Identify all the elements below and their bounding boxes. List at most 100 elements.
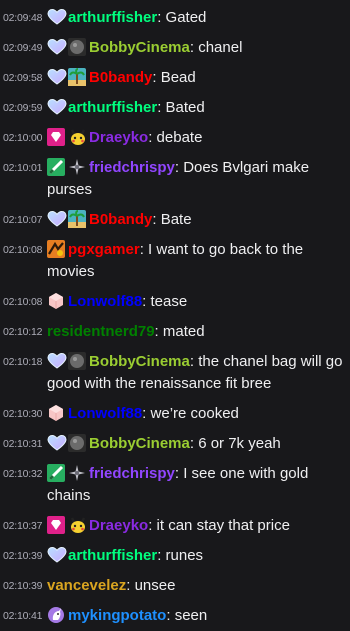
cube-icon[interactable] [47,404,65,422]
unicorn-icon[interactable] [47,606,65,624]
rock-icon[interactable] [68,352,86,370]
chat-message: 02:10:41 mykingpotato: seen [0,601,350,631]
message-text: seen [174,607,208,624]
chat-username[interactable]: friedchrispy [89,465,175,482]
chat-username[interactable]: Draeyko [89,517,148,534]
chat-username[interactable]: arthurffisher [68,547,157,564]
message-text: Bated [165,99,205,116]
chat-message: 02:10:18 BobbyCinema: the chanel bag will… [0,347,350,399]
chat-message: 02:09:49 BobbyCinema: chanel [0,33,350,63]
message-timestamp: 02:09:59 [3,102,43,114]
chat-username[interactable]: Lonwolf88 [68,405,142,422]
chat-username[interactable]: Lonwolf88 [68,293,142,310]
chat-username[interactable]: mykingpotato [68,607,166,624]
heart-icon[interactable] [47,210,67,228]
heart-icon[interactable] [47,38,67,56]
heart-icon[interactable] [47,434,67,452]
message-timestamp: 02:10:12 [3,326,43,338]
gem-icon[interactable] [47,516,65,534]
heart-icon[interactable] [47,68,67,86]
message-timestamp: 02:10:39 [3,550,43,562]
username-separator: : [157,9,166,26]
chat-message: 02:09:48 arthurffisher: Gated [0,3,350,33]
message-timestamp: 02:10:18 [3,356,43,368]
username-separator: : [152,69,161,86]
chat-username[interactable]: residentnerd79 [47,323,155,340]
chat-message: 02:10:08 pgxgamer: I want to go back to t… [0,235,350,287]
chat-username[interactable]: Draeyko [89,129,148,146]
chat-username[interactable]: arthurffisher [68,9,157,26]
message-timestamp: 02:10:30 [3,408,43,420]
username-separator: : [189,39,199,56]
chat-username[interactable]: B0bandy [89,69,152,86]
message-timestamp: 02:09:48 [3,12,43,24]
username-separator: : [148,517,157,534]
message-timestamp: 02:10:41 [3,610,43,622]
message-text: 6 or 7k yeah [198,435,281,452]
sparkle-icon[interactable] [68,158,86,176]
heart-icon[interactable] [47,546,67,564]
chat-username[interactable]: BobbyCinema [89,353,190,370]
message-text: chanel [198,39,243,56]
chat-message: 02:10:00 Draeyko: debate [0,123,350,153]
chat-message: 02:10:37 Draeyko: it can stay that price [0,511,350,541]
username-separator: : [157,99,166,116]
message-timestamp: 02:10:00 [3,132,43,144]
chat-message: 02:09:59 arthurffisher: Bated [0,93,350,123]
message-text: Gated [165,9,207,26]
username-separator: : [174,159,184,176]
message-timestamp: 02:09:58 [3,72,43,84]
chat-message-list: 02:09:48 arthurffisher: Gated 02:09:49 Bobb… [0,0,350,631]
username-separator: : [148,129,157,146]
pikachu-icon[interactable] [68,128,86,146]
message-text: unsee [134,577,176,594]
chat-message: 02:10:39 arthurffisher: runes [0,541,350,571]
gem-icon[interactable] [47,128,65,146]
chat-username[interactable]: BobbyCinema [89,435,190,452]
chat-username[interactable]: BobbyCinema [89,39,190,56]
chat-username[interactable]: arthurffisher [68,99,157,116]
message-timestamp: 02:10:07 [3,214,43,226]
rock-icon[interactable] [68,38,86,56]
username-separator: : [139,241,149,258]
leaf-icon[interactable] [47,158,65,176]
chat-message: 02:10:39 vancevelez: unsee [0,571,350,601]
message-timestamp: 02:09:49 [3,42,43,54]
chat-message: 02:10:30 Lonwolf88: we’re cooked [0,399,350,429]
heart-icon[interactable] [47,352,67,370]
message-timestamp: 02:10:32 [3,468,43,480]
gamer-icon[interactable] [47,240,65,258]
chat-message: 02:10:07 B0bandy: Bate [0,205,350,235]
message-timestamp: 02:10:39 [3,580,43,592]
cube-icon[interactable] [47,292,65,310]
username-separator: : [189,353,199,370]
chat-message: 02:10:01 friedchrispy: Does Bvlgari make … [0,153,350,205]
username-separator: : [142,293,151,310]
chat-username[interactable]: B0bandy [89,211,152,228]
chat-username[interactable]: vancevelez [47,577,126,594]
rock-icon[interactable] [68,434,86,452]
heart-icon[interactable] [47,98,67,116]
sparkle-icon[interactable] [68,464,86,482]
chat-username[interactable]: friedchrispy [89,159,175,176]
chat-message: 02:10:12 residentnerd79: mated [0,317,350,347]
leaf-icon[interactable] [47,464,65,482]
message-text: Bate [160,211,192,228]
username-separator: : [174,465,184,482]
message-timestamp: 02:10:31 [3,438,43,450]
pikachu-icon[interactable] [68,516,86,534]
username-separator: : [126,577,135,594]
message-text: debate [156,129,203,146]
palm-icon[interactable] [68,68,86,86]
message-timestamp: 02:10:01 [3,162,43,174]
message-text: Bead [160,69,196,86]
username-separator: : [142,405,151,422]
message-text: runes [165,547,204,564]
message-text: tease [150,293,188,310]
heart-icon[interactable] [47,8,67,26]
username-separator: : [154,323,163,340]
message-timestamp: 02:10:37 [3,520,43,532]
message-timestamp: 02:10:08 [3,244,43,256]
palm-icon[interactable] [68,210,86,228]
chat-username[interactable]: pgxgamer [68,241,140,258]
